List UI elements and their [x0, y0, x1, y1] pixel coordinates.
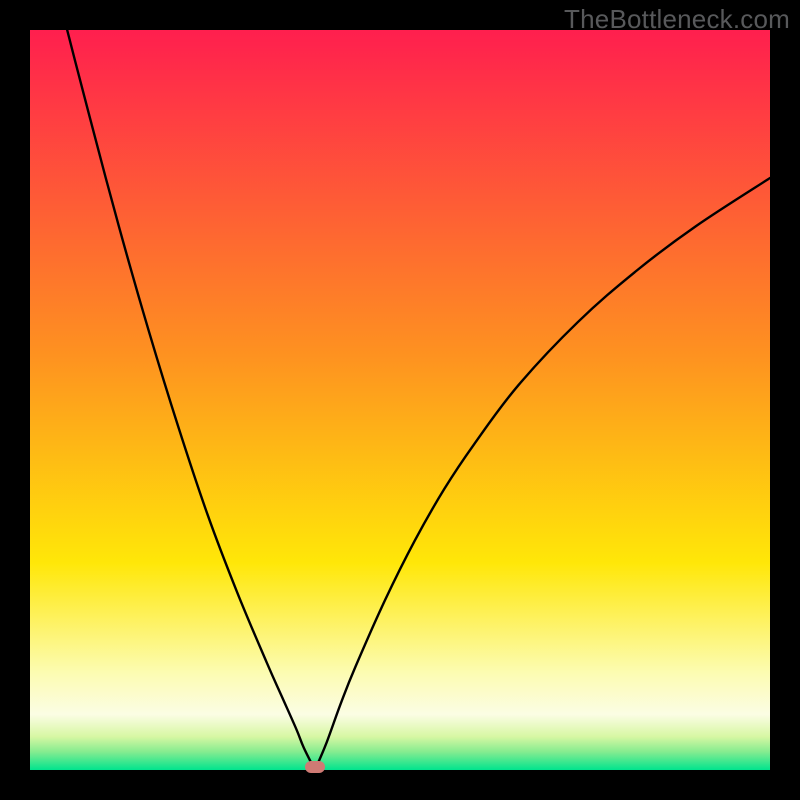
optimum-marker: [305, 761, 325, 773]
plot-area: [30, 30, 770, 770]
plot-svg: [30, 30, 770, 770]
gradient-background: [30, 30, 770, 770]
chart-container: TheBottleneck.com: [0, 0, 800, 800]
